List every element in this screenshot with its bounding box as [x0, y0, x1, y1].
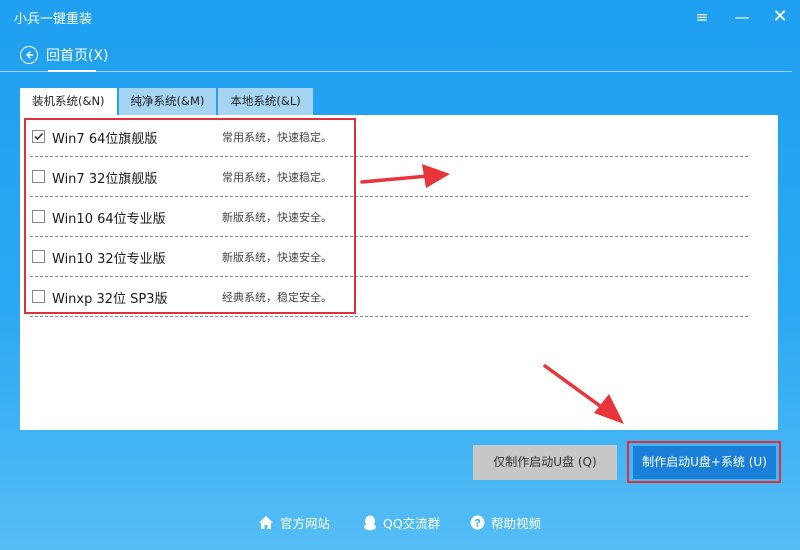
system-desc: 新版系统，快速安全。: [222, 211, 332, 224]
system-name: Winxp 32位 SP3版: [52, 292, 168, 307]
system-checkbox[interactable]: [32, 170, 45, 183]
list-item[interactable]: Win7 64位旗舰版 常用系统，快速稳定。: [20, 117, 748, 157]
menu-icon[interactable]: ≡: [690, 5, 714, 29]
tab-install-system[interactable]: 装机系统(&N): [20, 88, 117, 115]
system-desc: 新版系统，快速安全。: [222, 251, 332, 264]
home-icon: [259, 516, 273, 529]
system-checkbox[interactable]: [32, 290, 45, 303]
system-name: Win10 64位专业版: [52, 212, 166, 227]
minimize-icon[interactable]: —: [730, 5, 754, 29]
help-video-label: 帮助视频: [491, 516, 542, 531]
qq-icon: [364, 515, 376, 530]
system-desc: 常用系统，快速稳定。: [222, 131, 332, 144]
make-usb-and-system-button[interactable]: 制作启动U盘+系统 (U): [633, 446, 776, 479]
row-divider: [30, 316, 748, 317]
close-icon[interactable]: ✕: [768, 5, 792, 29]
tab-clean-system[interactable]: 纯净系统(&M): [118, 88, 217, 115]
tab-local-system[interactable]: 本地系统(&L): [218, 88, 313, 115]
back-arrow-icon: [20, 46, 38, 64]
system-list-panel: Win7 64位旗舰版 常用系统，快速稳定。 Win7 32位旗舰版 常用系统，…: [20, 115, 778, 430]
back-home-button[interactable]: 回首页(X): [20, 42, 109, 68]
system-name: Win7 64位旗舰版: [52, 132, 158, 147]
header-divider: [0, 71, 792, 72]
make-usb-only-button[interactable]: 仅制作启动U盘 (Q): [473, 445, 617, 480]
list-item[interactable]: Win10 64位专业版 新版系统，快速安全。: [20, 197, 748, 237]
title-bar: 小兵一键重装 ≡ — ✕: [0, 0, 800, 34]
system-checkbox[interactable]: [32, 130, 45, 143]
footer-links: 官方网站 QQ交流群 ? 帮助视频: [0, 513, 800, 533]
system-desc: 经典系统，稳定安全。: [222, 291, 332, 304]
list-item[interactable]: Win10 32位专业版 新版系统，快速安全。: [20, 237, 748, 277]
system-checkbox[interactable]: [32, 210, 45, 223]
official-website-label: 官方网站: [280, 516, 331, 531]
qq-group-label: QQ交流群: [383, 516, 441, 531]
system-desc: 常用系统，快速稳定。: [222, 171, 332, 184]
system-tabs: 装机系统(&N) 纯净系统(&M) 本地系统(&L): [20, 88, 315, 115]
back-home-label: 回首页(X): [46, 48, 109, 64]
list-item[interactable]: Win7 32位旗舰版 常用系统，快速稳定。: [20, 157, 748, 197]
help-video-link[interactable]: ? 帮助视频: [470, 513, 541, 532]
help-icon: ?: [470, 515, 485, 530]
svg-text:?: ?: [474, 518, 481, 530]
system-name: Win7 32位旗舰版: [52, 172, 158, 187]
list-item[interactable]: Winxp 32位 SP3版 经典系统，稳定安全。: [20, 277, 748, 317]
system-name: Win10 32位专业版: [52, 252, 166, 267]
official-website-link[interactable]: 官方网站: [258, 513, 330, 532]
app-title: 小兵一键重装: [14, 12, 93, 27]
system-checkbox[interactable]: [32, 250, 45, 263]
qq-group-link[interactable]: QQ交流群: [363, 513, 440, 532]
